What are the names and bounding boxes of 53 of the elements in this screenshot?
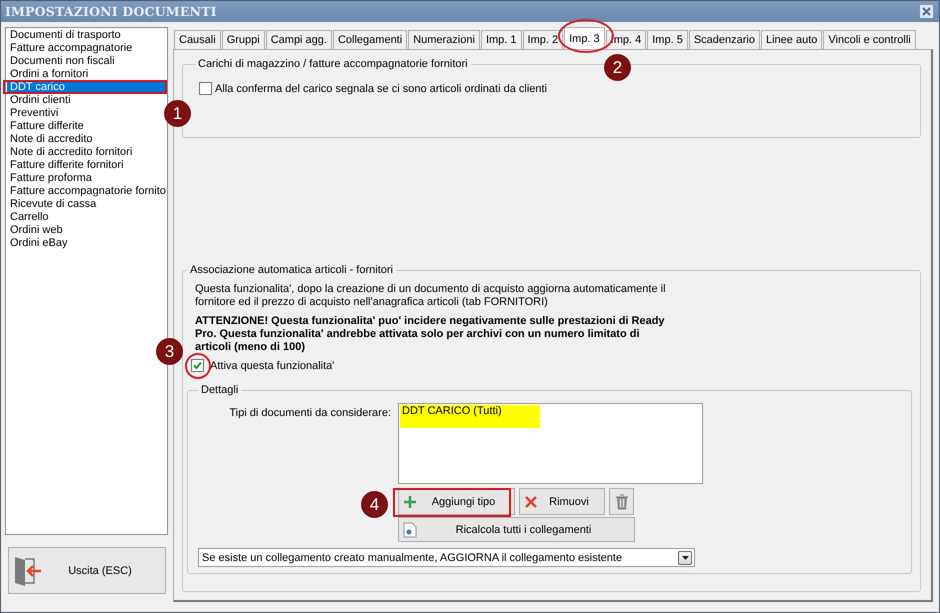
list-item[interactable]: DDT CARICO (Tutti) bbox=[400, 405, 540, 428]
add-button[interactable]: Aggiungi tipo bbox=[398, 488, 515, 515]
tab[interactable]: Imp. 2 bbox=[522, 30, 564, 49]
plus-icon bbox=[403, 494, 417, 508]
exit-button[interactable]: Uscita (ESC) bbox=[8, 547, 166, 594]
group-title: Dettagli bbox=[200, 384, 240, 396]
recalculate-button[interactable]: Ricalcola tutti i collegamenti bbox=[398, 517, 635, 542]
list-item[interactable]: Ricevute di cassa bbox=[7, 198, 166, 211]
description-text: Questa funzionalita', dopo la creazione di un documento di acquisto aggiorna automaticamente il fornitore ed il prezzo di acquisto nell'anagrafica articoli (tab FORNITORI) bbox=[195, 283, 667, 309]
tab[interactable]: Linee auto bbox=[760, 30, 822, 49]
tab[interactable]: Campi agg. bbox=[266, 30, 332, 49]
field-label: Tipi di documenti da considerare: bbox=[228, 406, 391, 421]
group-title: Associazione automatica articoli - fornitori bbox=[189, 264, 394, 276]
trash-icon bbox=[614, 494, 628, 510]
remove-button[interactable]: Rimuovi bbox=[519, 488, 605, 515]
tab[interactable]: Imp. 1 bbox=[480, 30, 522, 49]
list-item[interactable]: Documenti non fiscali bbox=[7, 55, 166, 68]
list-item[interactable]: Preventivi bbox=[7, 107, 166, 120]
tab[interactable]: Imp. 3 bbox=[564, 27, 605, 49]
list-item[interactable]: Fatture differite fornitori bbox=[7, 159, 166, 172]
tab[interactable]: Collegamenti bbox=[332, 30, 408, 49]
tab[interactable]: Scadenzario bbox=[688, 30, 760, 49]
door-exit-icon bbox=[13, 554, 43, 586]
list-item[interactable]: Fatture differite bbox=[7, 120, 166, 133]
list-item[interactable]: Fatture proforma bbox=[7, 172, 166, 185]
delete-button[interactable] bbox=[609, 488, 634, 515]
tab[interactable]: Vincoli e controlli bbox=[823, 30, 916, 49]
list-item[interactable]: Ordini a fornitori bbox=[7, 68, 166, 81]
list-item[interactable]: Ordini eBay bbox=[7, 237, 166, 250]
close-icon[interactable] bbox=[920, 5, 933, 18]
dropdown[interactable]: Se esiste un collegamento creato manualmente, AGGIORNA il collegamento esistente bbox=[198, 548, 695, 567]
list-item[interactable]: Fatture accompagnatorie bbox=[7, 42, 166, 55]
checkbox[interactable] bbox=[199, 82, 212, 95]
tab[interactable]: Imp. 5 bbox=[647, 30, 688, 49]
tab[interactable]: Gruppi bbox=[222, 30, 265, 49]
tab[interactable]: Numerazioni bbox=[408, 30, 480, 49]
list-item[interactable]: Fatture accompagnatorie fornito bbox=[7, 185, 166, 198]
checkbox-label: Attiva questa funzionalita' bbox=[210, 360, 334, 372]
checkbox[interactable] bbox=[191, 359, 204, 372]
list-item[interactable]: Ordini clienti bbox=[7, 94, 166, 107]
warning-text: ATTENZIONE! Questa funzionalita' puo' incidere negativamente sulle prestazioni di Ready Pro. Questa funzionalita' andrebbe attivata solo per archivi con un numero limitato di articoli (meno di 100) bbox=[195, 315, 665, 354]
cross-icon bbox=[524, 494, 538, 508]
list-item[interactable]: Ordini web bbox=[7, 224, 166, 237]
tab[interactable]: Causali bbox=[174, 30, 221, 49]
highlight-ellipse bbox=[185, 353, 211, 379]
list-item[interactable]: Documenti di trasporto bbox=[7, 29, 166, 42]
list-item[interactable]: Carrello bbox=[7, 211, 166, 224]
window-title: IMPOSTAZIONI DOCUMENTI bbox=[5, 4, 217, 19]
list-item[interactable]: Note di accredito fornitori bbox=[7, 146, 166, 159]
checkbox-label: Alla conferma del carico segnala se ci sono articoli ordinati da clienti bbox=[215, 82, 548, 94]
document-list-box[interactable]: DDT CARICO (Tutti) bbox=[398, 403, 703, 484]
list-item[interactable]: Note di accredito bbox=[7, 133, 166, 146]
group-title: Carichi di magazzino / fatture accompagnatorie fornitori bbox=[197, 58, 469, 70]
